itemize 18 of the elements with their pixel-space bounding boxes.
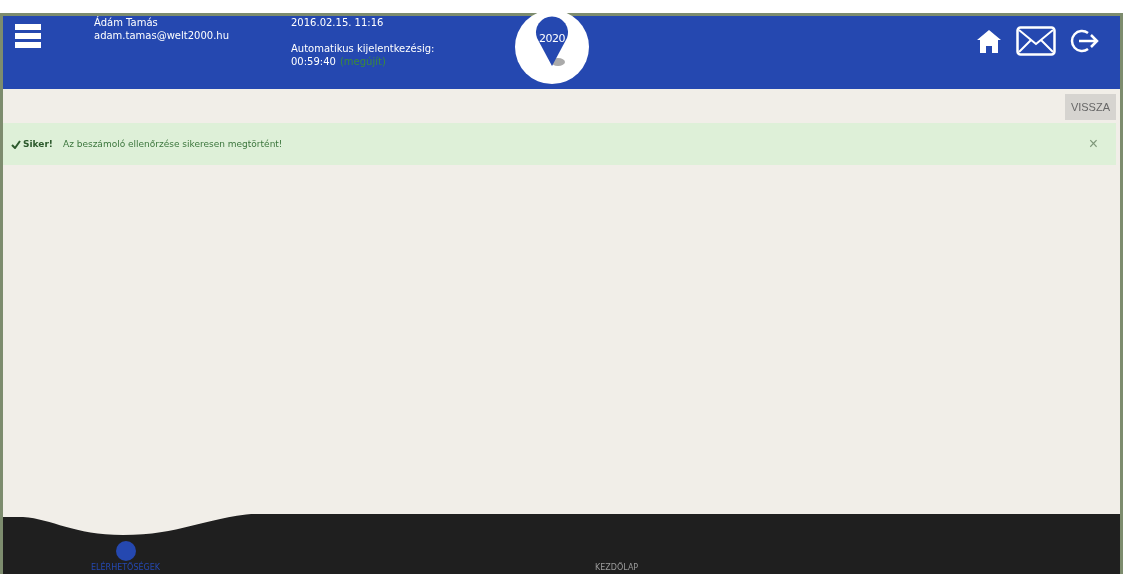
- alert-title: Siker!: [23, 139, 53, 149]
- footer-nav-link[interactable]: KEZDŐLAP: [595, 563, 639, 572]
- user-name: Ádám Tamás: [94, 16, 159, 29]
- logo-text: 2020: [539, 32, 565, 45]
- home-icon[interactable]: [976, 28, 1002, 54]
- map-pin-icon: [534, 16, 570, 68]
- check-icon: [11, 139, 21, 149]
- close-button[interactable]: ×: [1082, 134, 1104, 154]
- logout-timer: 00:59:40: [291, 55, 336, 68]
- mail-icon[interactable]: [1016, 26, 1056, 56]
- date-time: 2016.02.15. 11:16: [291, 16, 385, 29]
- user-email: adam.tamas@welt2000.hu: [94, 29, 229, 42]
- alert-message: Az beszámoló ellenőrzése sikeresen megtörtént!: [62, 139, 283, 149]
- renew-link[interactable]: (megújít): [339, 55, 386, 68]
- logout-label: Automatikus kijelentkezésig:: [291, 42, 435, 55]
- logout-icon[interactable]: [1070, 27, 1100, 55]
- footer-nav-link[interactable]: ELÉRHETŐSÉGEK: [91, 563, 160, 572]
- back-button[interactable]: VISSZA: [1064, 94, 1116, 120]
